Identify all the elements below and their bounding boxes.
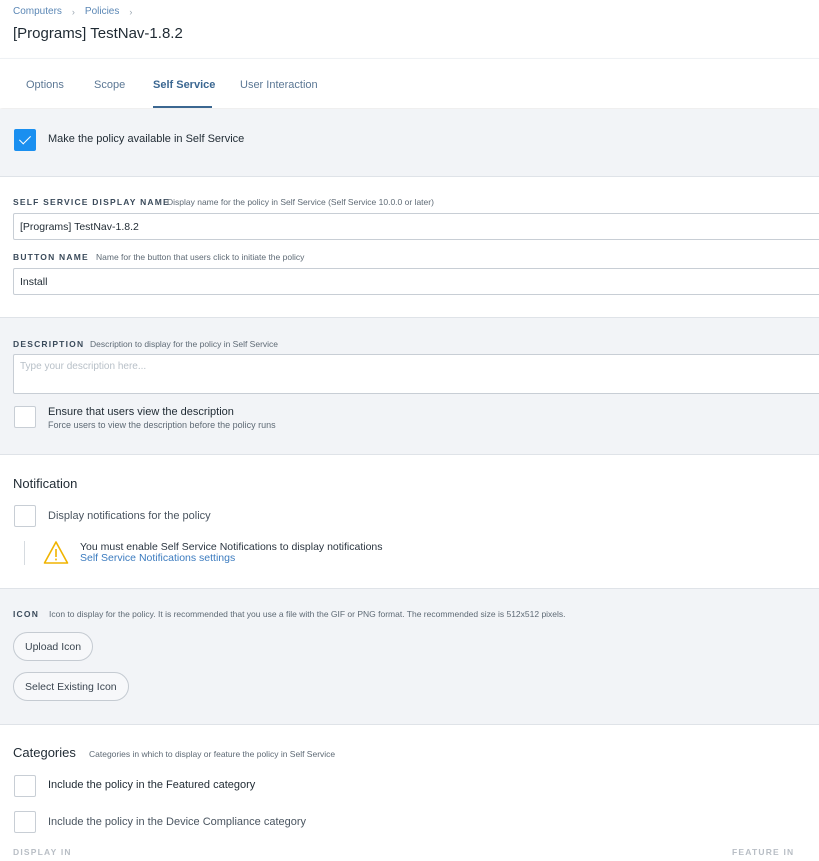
button-name-input[interactable] — [13, 268, 819, 295]
icon-hint: Icon to display for the policy. It is re… — [49, 609, 566, 619]
page-header: Computers › Policies › [Programs] TestNa… — [0, 0, 819, 58]
upload-icon-button[interactable]: Upload Icon — [13, 632, 94, 661]
display-name-input[interactable] — [13, 213, 819, 240]
description-hint: Description to display for the policy in… — [90, 339, 279, 349]
checkmark-icon — [18, 132, 32, 145]
display-in-column-header: DISPLAY IN — [13, 847, 72, 857]
ensure-view-description-sublabel: Force users to view the description befo… — [48, 420, 276, 430]
display-notifications-label: Display notifications for the policy — [48, 510, 211, 522]
notification-settings-link[interactable]: Self Service Notifications settings — [80, 552, 235, 564]
warning-rule — [24, 541, 25, 565]
device-compliance-checkbox[interactable] — [14, 811, 36, 833]
select-existing-icon-button[interactable]: Select Existing Icon — [13, 672, 129, 701]
notification-heading: Notification — [13, 476, 78, 491]
ensure-view-description-checkbox[interactable] — [14, 406, 36, 428]
tab-user-interaction[interactable]: User Interaction — [240, 79, 318, 91]
categories-heading: Categories — [13, 745, 76, 760]
warning-icon — [43, 541, 69, 564]
tab-options[interactable]: Options — [26, 79, 64, 91]
ensure-view-description-label: Ensure that users view the description — [48, 406, 234, 418]
breadcrumb-computers-link[interactable]: Computers — [13, 6, 62, 17]
display-notifications-checkbox[interactable] — [14, 505, 36, 527]
self-service-available-label: Make the policy available in Self Servic… — [48, 133, 245, 145]
display-name-label: SELF SERVICE DISPLAY NAME — [13, 197, 170, 207]
breadcrumb-policies-link[interactable]: Policies — [85, 6, 119, 17]
feature-in-column-header: FEATURE IN — [732, 847, 795, 857]
display-name-hint: Display name for the policy in Self Serv… — [167, 197, 434, 207]
breadcrumb-separator-icon: › — [129, 6, 133, 17]
tab-self-service[interactable]: Self Service — [153, 79, 215, 91]
tab-scope[interactable]: Scope — [94, 79, 125, 91]
featured-category-checkbox[interactable] — [14, 775, 36, 797]
button-name-hint: Name for the button that users click to … — [96, 252, 305, 262]
button-name-label: BUTTON NAME — [13, 252, 89, 262]
self-service-available-checkbox[interactable] — [14, 129, 36, 151]
active-tab-indicator — [153, 106, 212, 108]
page-title: [Programs] TestNav-1.8.2 — [13, 25, 183, 42]
device-compliance-label: Include the policy in the Device Complia… — [48, 816, 307, 828]
description-label: DESCRIPTION — [13, 339, 85, 349]
featured-category-label: Include the policy in the Featured categ… — [48, 779, 256, 791]
description-textarea[interactable] — [13, 354, 819, 394]
categories-section — [0, 725, 819, 861]
breadcrumb: Computers › Policies › — [13, 6, 142, 17]
categories-hint: Categories in which to display or featur… — [89, 749, 336, 759]
icon-label: ICON — [13, 609, 40, 619]
breadcrumb-separator-icon: › — [71, 6, 75, 17]
tab-bar: Options Scope Self Service User Interact… — [0, 58, 819, 108]
